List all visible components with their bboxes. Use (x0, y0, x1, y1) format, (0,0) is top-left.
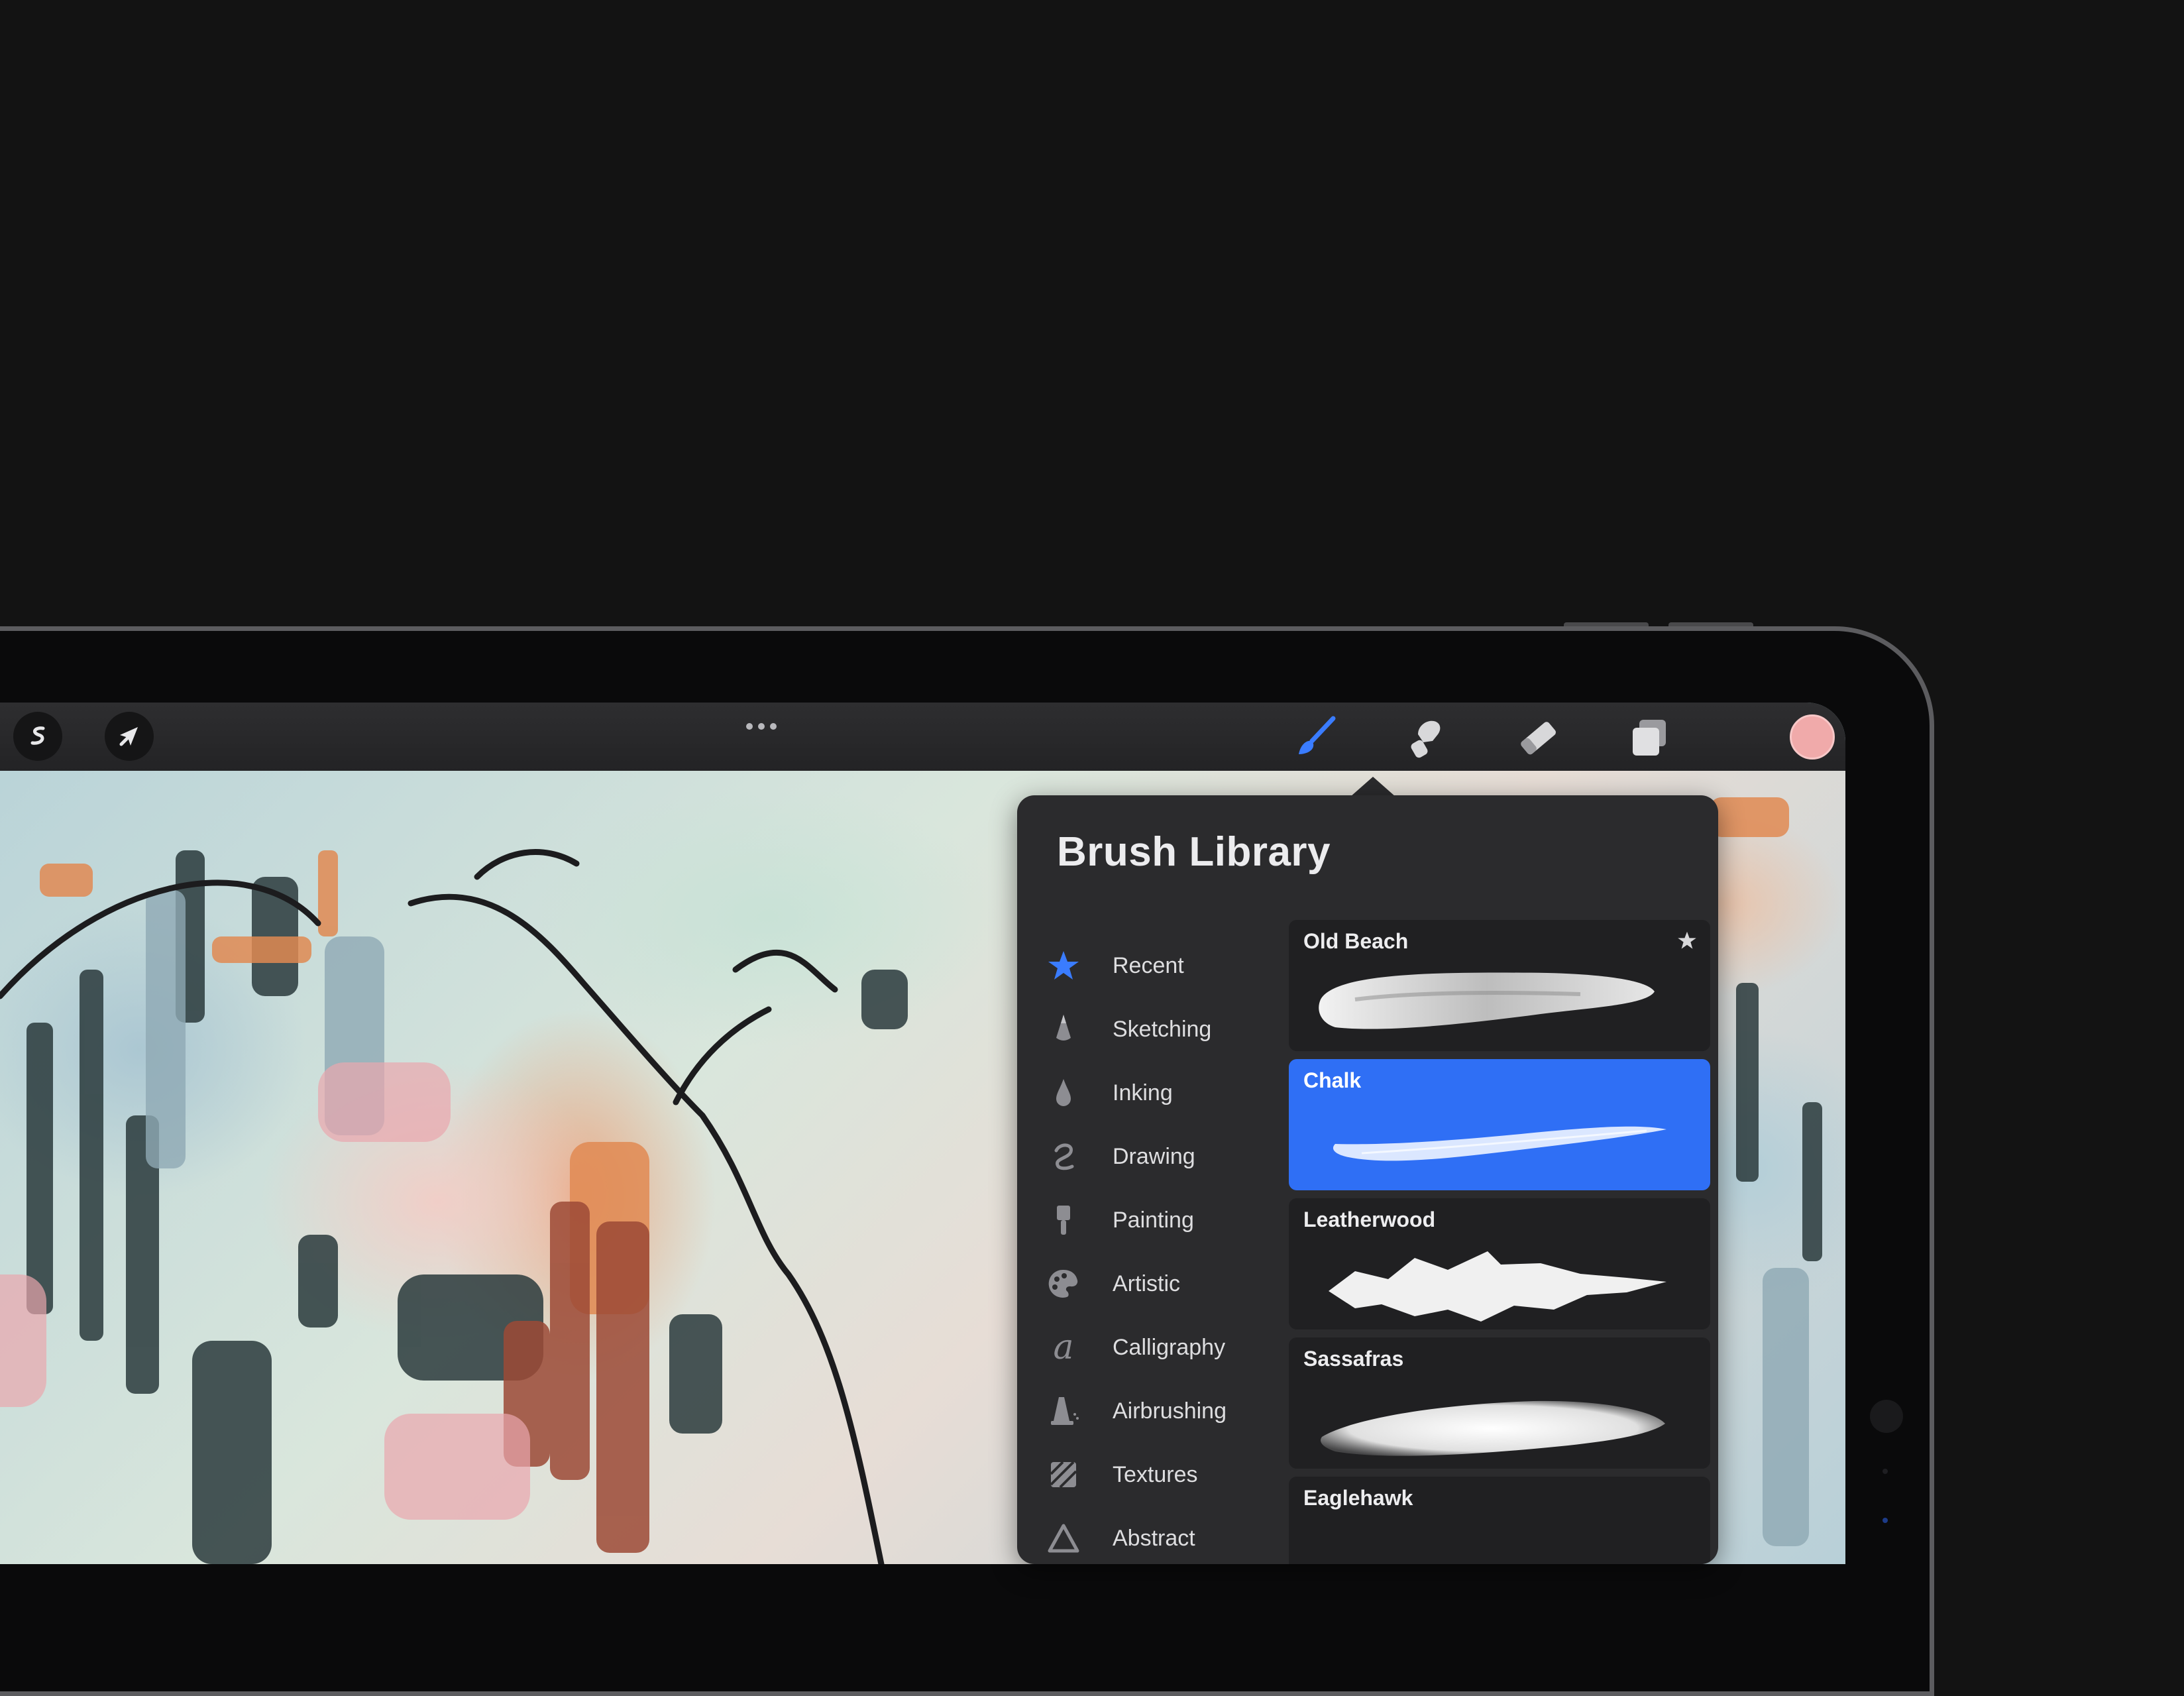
category-label: Recent (1113, 952, 1184, 978)
category-sketching[interactable]: Sketching (1042, 1006, 1281, 1052)
category-label: Textures (1113, 1461, 1198, 1487)
adjustments-icon (30, 726, 45, 745)
squiggle-icon (1054, 1143, 1074, 1170)
brush-name: Chalk (1303, 1068, 1362, 1092)
smudge-button[interactable] (1403, 714, 1450, 761)
ink-drop-icon (1056, 1079, 1071, 1106)
category-artistic[interactable]: Artistic (1042, 1261, 1281, 1307)
favorite-star-icon[interactable] (1677, 931, 1697, 950)
category-abstract[interactable]: Abstract (1042, 1515, 1281, 1561)
category-textures[interactable]: Textures (1042, 1451, 1281, 1498)
selection-icon (119, 727, 138, 746)
brush-name: Leatherwood (1303, 1208, 1436, 1231)
brush-card[interactable]: Sassafras (1289, 1337, 1710, 1469)
brush-name: Sassafras (1303, 1347, 1404, 1371)
brush-stroke-preview (1329, 1251, 1666, 1322)
camera (1870, 1400, 1903, 1433)
selection-button[interactable] (105, 712, 154, 761)
layers-button[interactable] (1626, 714, 1672, 761)
brush-button[interactable] (1292, 714, 1338, 761)
brush-icon (1299, 716, 1336, 754)
category-label: Drawing (1113, 1143, 1195, 1169)
ellipsis-icon[interactable] (743, 721, 779, 733)
brush-stroke-preview (1319, 972, 1655, 1029)
category-label: Inking (1113, 1080, 1173, 1105)
category-calligraphy[interactable]: a Calligraphy (1042, 1324, 1281, 1371)
star-icon (1048, 951, 1079, 980)
brush-card-selected[interactable]: Chalk (1289, 1059, 1710, 1190)
color-picker-button[interactable] (1790, 714, 1835, 760)
airbrush-icon (1051, 1397, 1079, 1425)
category-inking[interactable]: Inking (1042, 1070, 1281, 1116)
top-toolbar (0, 703, 1845, 771)
texture-icon (1050, 1461, 1077, 1489)
category-recent[interactable]: Recent (1042, 942, 1281, 989)
eraser-icon (1521, 722, 1556, 755)
eraser-button[interactable] (1515, 714, 1561, 761)
brush-card[interactable]: Old Beach (1289, 920, 1710, 1051)
layers-icon (1633, 720, 1666, 756)
paint-brush-icon (1057, 1206, 1070, 1235)
popover-arrow (1350, 777, 1395, 797)
brush-name: Eaglehawk (1303, 1486, 1413, 1510)
category-airbrushing[interactable]: Airbrushing (1042, 1388, 1281, 1434)
pencil-tip-icon (1056, 1015, 1071, 1041)
brush-name: Old Beach (1303, 929, 1409, 953)
calligraphy-a-icon: a (1053, 1328, 1074, 1367)
adjustments-button[interactable] (13, 712, 62, 761)
sensor (1883, 1469, 1888, 1474)
category-painting[interactable]: Painting (1042, 1197, 1281, 1243)
category-drawing[interactable]: Drawing (1042, 1133, 1281, 1180)
category-label: Sketching (1113, 1016, 1212, 1042)
brush-stroke-preview (1333, 1126, 1666, 1161)
sensor (1883, 1518, 1888, 1523)
brush-library-panel: Brush Library Recent Sketching Inking Dr… (1017, 795, 1718, 1564)
palette-icon (1048, 1269, 1078, 1298)
category-label: Artistic (1113, 1271, 1180, 1296)
brush-card[interactable]: Eaglehawk (1289, 1477, 1710, 1564)
category-label: Airbrushing (1113, 1398, 1227, 1424)
library-title: Brush Library (1057, 829, 1331, 875)
category-label: Calligraphy (1113, 1334, 1226, 1360)
smudge-icon (1411, 720, 1441, 758)
brush-stroke-preview (1321, 1400, 1665, 1456)
category-label: Painting (1113, 1207, 1194, 1233)
brush-card[interactable]: Leatherwood (1289, 1198, 1710, 1329)
category-label: Abstract (1113, 1525, 1195, 1551)
